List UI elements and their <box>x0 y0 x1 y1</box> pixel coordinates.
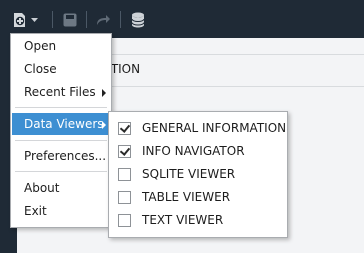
menu-item-open[interactable]: Open <box>12 35 110 57</box>
menu-separator <box>15 140 107 141</box>
submenu-item-sqlite-viewer[interactable]: SQLITE VIEWER <box>110 163 286 185</box>
share-icon <box>95 13 111 27</box>
add-file-icon <box>12 12 28 28</box>
share-button[interactable] <box>95 11 111 29</box>
menu-item-data-viewers[interactable]: Data Viewers <box>12 113 110 135</box>
data-viewers-submenu: GENERAL INFORMATION INFO NAVIGATOR SQLIT… <box>108 111 288 238</box>
toolbar-separator <box>52 11 53 28</box>
submenu-item-label: TABLE VIEWER <box>142 190 231 204</box>
submenu-item-label: GENERAL INFORMATION <box>142 121 287 135</box>
menu-item-label: Close <box>24 62 57 76</box>
checkbox-unchecked[interactable] <box>118 213 131 227</box>
submenu-item-table-viewer[interactable]: TABLE VIEWER <box>110 186 286 208</box>
submenu-item-label: INFO NAVIGATOR <box>142 144 245 158</box>
submenu-arrow-icon <box>102 121 106 129</box>
menu-separator <box>15 107 107 108</box>
chevron-down-icon <box>31 17 38 23</box>
menu-item-exit[interactable]: Exit <box>12 200 110 222</box>
new-file-menu-button[interactable] <box>12 11 38 29</box>
menu-item-recent-files[interactable]: Recent Files <box>12 81 110 103</box>
menu-item-label: Exit <box>24 204 47 218</box>
menu-item-label: Recent Files <box>24 85 96 99</box>
menu-item-about[interactable]: About <box>12 177 110 199</box>
checkbox-checked[interactable] <box>118 121 131 135</box>
checkbox-unchecked[interactable] <box>118 167 131 181</box>
file-menu: Open Close Recent Files Data Viewers Pre… <box>10 33 112 228</box>
submenu-item-label: SQLITE VIEWER <box>142 167 236 181</box>
database-button[interactable] <box>131 11 145 29</box>
menu-item-label: Open <box>24 39 57 53</box>
submenu-item-general-information[interactable]: GENERAL INFORMATION <box>110 117 286 139</box>
menu-item-preferences[interactable]: Preferences... <box>12 145 110 167</box>
checkbox-checked[interactable] <box>118 144 131 158</box>
menu-separator <box>15 171 107 172</box>
menu-item-label: Preferences... <box>24 149 107 163</box>
checkbox-unchecked[interactable] <box>118 190 131 204</box>
submenu-item-text-viewer[interactable]: TEXT VIEWER <box>110 209 286 231</box>
toolbar-separator <box>86 11 87 28</box>
toolbar-separator <box>120 11 121 28</box>
submenu-item-label: TEXT VIEWER <box>142 213 224 227</box>
menu-item-close[interactable]: Close <box>12 58 110 80</box>
menu-item-label: Data Viewers <box>24 117 104 131</box>
save-button[interactable] <box>63 11 77 29</box>
save-icon <box>63 13 77 27</box>
submenu-item-info-navigator[interactable]: INFO NAVIGATOR <box>110 140 286 162</box>
submenu-arrow-icon <box>102 89 106 97</box>
menu-item-label: About <box>24 181 60 195</box>
database-icon <box>131 12 145 28</box>
